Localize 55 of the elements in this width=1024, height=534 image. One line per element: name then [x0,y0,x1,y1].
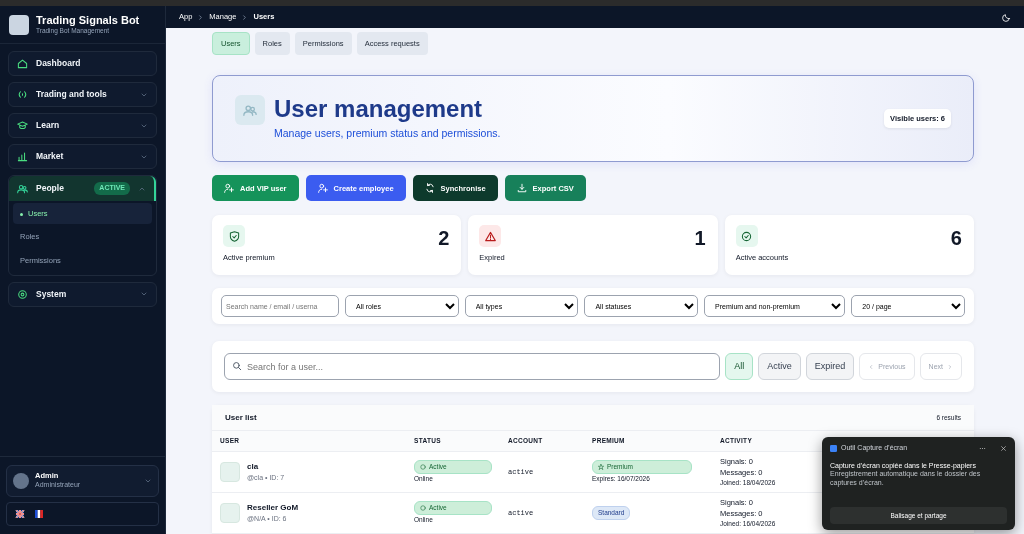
filter-tab[interactable]: All [725,353,754,381]
filter-tab[interactable]: Active [758,353,801,381]
sidebar-label: Learn [36,119,60,132]
gear-icon [17,288,28,300]
avatar [220,503,240,523]
logo-icon [9,14,29,35]
language-switcher[interactable] [6,502,159,526]
avatar [220,462,240,482]
graduation-cap-icon [17,120,28,131]
close-icon[interactable] [1000,444,1007,452]
stat-value: 2 [438,226,450,252]
user-name: cla [247,460,260,473]
user-name: Reseller GoM [247,501,299,514]
add-user-icon [224,183,234,194]
sidebar-label: Dashboard [36,57,81,70]
active-dot-icon [20,212,23,216]
chevron-icon [197,13,205,21]
sidebar-item[interactable]: Market [8,144,157,169]
sidebar-label: System [36,287,67,301]
people-icon [17,183,28,194]
chevron-icon [144,477,152,485]
page-subtitle: Manage users, premium status and permissions. [274,126,501,142]
app-title: Trading Signals Bot [36,13,140,26]
sidebar-item[interactable]: Learn [8,113,157,138]
stat-value: 6 [950,226,962,252]
add-user-icon [317,183,328,194]
chevron-icon [947,363,953,370]
sidebar-label: People [36,182,64,195]
check-circle-icon [741,230,753,242]
moon-icon[interactable] [1002,12,1011,22]
sidebar-item[interactable]: Dashboard [8,51,157,76]
filter-tab[interactable]: Expired [805,353,855,381]
table-title: User list [225,411,257,424]
uk-flag-icon [14,510,26,518]
search-icon [232,361,242,372]
sidebar-label: Trading and tools [36,88,107,101]
shield-check-icon [228,230,240,242]
chevron-icon [868,363,875,370]
bar-chart-icon [17,151,28,162]
chevron-icon [241,13,249,21]
warning-icon [484,230,496,242]
french-flag-icon [34,510,44,518]
home-icon [17,58,28,69]
sidebar-label: Market [36,150,64,163]
sidebar-item[interactable]: System [8,281,157,307]
sync-icon [424,183,435,194]
header-icon [235,95,265,126]
page-title: User management [274,95,484,123]
stat-value: 1 [694,226,706,252]
sidebar-item[interactable]: Trading and tools [8,82,157,107]
search-field[interactable]: Search for a user... [224,353,721,381]
signal-icon [17,89,28,100]
download-icon [516,183,527,194]
star-icon [598,464,604,471]
avatar [13,473,29,489]
